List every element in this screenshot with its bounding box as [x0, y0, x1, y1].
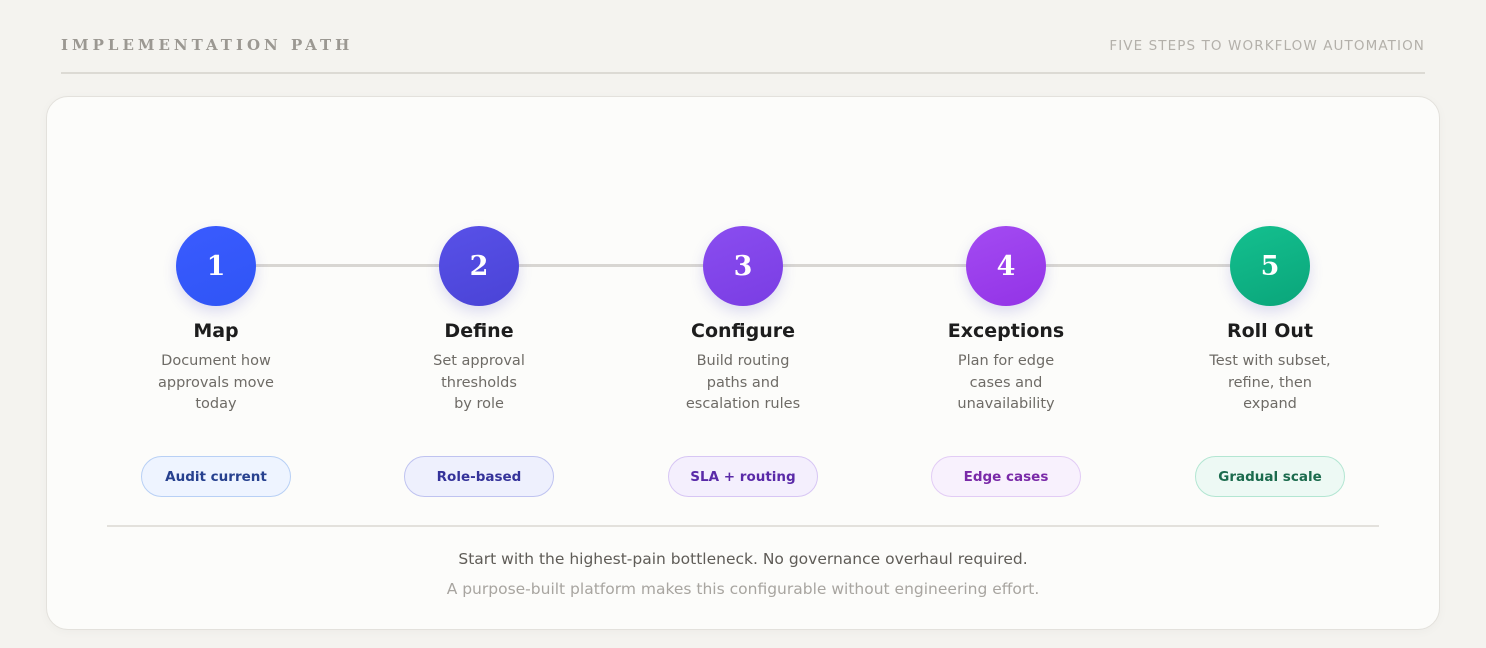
- step-number-badge: 2: [439, 226, 519, 306]
- step-title: Roll Out: [1226, 320, 1314, 342]
- step-tag: Edge cases: [931, 456, 1081, 497]
- section-eyebrow: IMPLEMENTATION PATH: [61, 36, 354, 54]
- step-number-badge: 5: [1230, 226, 1310, 306]
- page-header: IMPLEMENTATION PATH FIVE STEPS TO WORKFL…: [61, 0, 1425, 74]
- step-number-badge: 4: [966, 226, 1046, 306]
- footer-summary: Start with the highest-pain bottleneck. …: [458, 550, 1028, 568]
- step-define: 2 Define Set approval thresholds by role: [359, 226, 599, 416]
- step-tag: Gradual scale: [1195, 456, 1345, 497]
- step-tag: SLA + routing: [668, 456, 818, 497]
- step-title: Map: [193, 320, 239, 342]
- step-title: Configure: [691, 320, 795, 342]
- step-description: Test with subset, refine, then expand: [1209, 353, 1331, 412]
- step-number-badge: 1: [176, 226, 256, 306]
- step-description: Build routing paths and escalation rules: [685, 353, 801, 412]
- step-title: Exceptions: [947, 320, 1065, 342]
- step-number-badge: 3: [703, 226, 783, 306]
- footer-divider: [107, 525, 1379, 527]
- footer-note: A purpose-built platform makes this conf…: [446, 580, 1040, 598]
- step-configure: 3 Configure Build routing paths and esca…: [623, 226, 863, 416]
- step-title: Define: [444, 320, 514, 342]
- step-description: Set approval thresholds by role: [433, 353, 525, 412]
- step-exceptions: 4 Exceptions Plan for edge cases and una…: [886, 226, 1126, 416]
- step-description: Plan for edge cases and unavailability: [957, 353, 1055, 412]
- step-tag: Audit current: [141, 456, 291, 497]
- step-map: 1 Map Document how approvals move today: [96, 226, 336, 416]
- step-tag: Role-based: [404, 456, 554, 497]
- step-roll-out: 5 Roll Out Test with subset, refine, the…: [1150, 226, 1390, 416]
- step-description: Document how approvals move today: [158, 353, 274, 412]
- section-tagline: FIVE STEPS TO WORKFLOW AUTOMATION: [1109, 38, 1425, 54]
